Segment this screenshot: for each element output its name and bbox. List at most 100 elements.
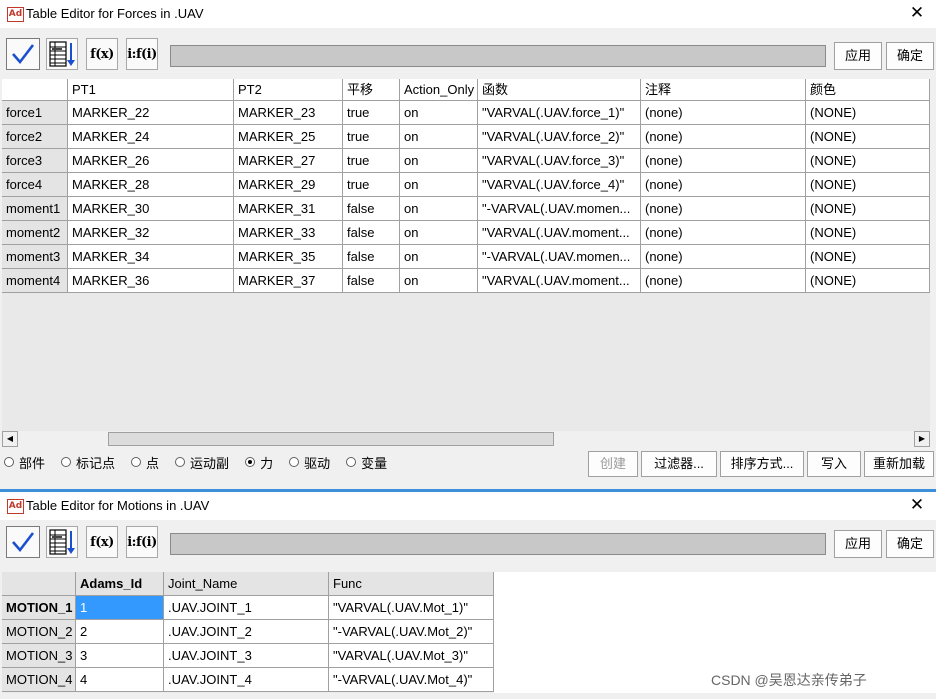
row-header[interactable]: MOTION_4 (2, 668, 76, 692)
table-cell[interactable]: (NONE) (806, 101, 930, 125)
row-header[interactable]: force4 (2, 173, 68, 197)
table-cell[interactable]: MARKER_31 (234, 197, 343, 221)
row-header[interactable]: moment1 (2, 197, 68, 221)
radio-unselected-icon[interactable] (346, 457, 357, 467)
table-cell[interactable]: MARKER_28 (68, 173, 234, 197)
table-cell[interactable]: "-VARVAL(.UAV.momen... (478, 197, 641, 221)
column-header[interactable]: 注释 (641, 79, 806, 101)
table-cell[interactable]: (none) (641, 197, 806, 221)
table-cell[interactable]: true (343, 173, 400, 197)
radio-selected-icon[interactable] (245, 457, 256, 467)
table-cell[interactable]: true (343, 101, 400, 125)
table-cell[interactable]: (NONE) (806, 197, 930, 221)
table-cell[interactable]: "-VARVAL(.UAV.Mot_2)" (329, 620, 494, 644)
filter-radio[interactable]: 力 (245, 453, 273, 472)
apply-button[interactable]: 应用 (834, 530, 882, 558)
formula-input[interactable] (170, 45, 826, 67)
table-cell[interactable]: MARKER_26 (68, 149, 234, 173)
table-cell[interactable]: "VARVAL(.UAV.force_2)" (478, 125, 641, 149)
table-cell[interactable]: "VARVAL(.UAV.moment... (478, 269, 641, 293)
filter-radio[interactable]: 标记点 (61, 453, 115, 472)
table-cell[interactable]: (NONE) (806, 245, 930, 269)
filter-button[interactable]: 过滤器... (641, 451, 717, 477)
table-cell[interactable]: 3 (76, 644, 164, 668)
filter-radio[interactable]: 运动副 (175, 453, 229, 472)
table-cell[interactable]: false (343, 269, 400, 293)
table-cell[interactable]: "-VARVAL(.UAV.Mot_4)" (329, 668, 494, 692)
table-cell[interactable]: (none) (641, 125, 806, 149)
table-cell[interactable]: "VARVAL(.UAV.Mot_1)" (329, 596, 494, 620)
column-header[interactable]: Joint_Name (164, 572, 329, 596)
table-cell[interactable]: false (343, 221, 400, 245)
table-cell[interactable]: MARKER_25 (234, 125, 343, 149)
table-cell[interactable]: on (400, 269, 478, 293)
write-button[interactable]: 写入 (807, 451, 861, 477)
row-header[interactable]: MOTION_1 (2, 596, 76, 620)
table-cell[interactable]: on (400, 221, 478, 245)
table-cell[interactable]: MARKER_34 (68, 245, 234, 269)
row-header[interactable]: moment2 (2, 221, 68, 245)
row-header[interactable]: force3 (2, 149, 68, 173)
table-cell[interactable]: "VARVAL(.UAV.moment... (478, 221, 641, 245)
formula-input[interactable] (170, 533, 826, 555)
table-cell[interactable]: (none) (641, 149, 806, 173)
radio-unselected-icon[interactable] (131, 457, 142, 467)
table-cell[interactable]: MARKER_22 (68, 101, 234, 125)
table-cell[interactable]: "VARVAL(.UAV.Mot_3)" (329, 644, 494, 668)
table-cell[interactable]: "VARVAL(.UAV.force_3)" (478, 149, 641, 173)
table-cell[interactable]: (none) (641, 101, 806, 125)
table-cell[interactable]: MARKER_30 (68, 197, 234, 221)
radio-unselected-icon[interactable] (289, 457, 300, 467)
filter-radio[interactable]: 驱动 (289, 453, 330, 472)
table-cell[interactable]: "VARVAL(.UAV.force_4)" (478, 173, 641, 197)
sort-by-button[interactable]: 排序方式... (720, 451, 804, 477)
filter-radio[interactable]: 变量 (346, 453, 387, 472)
row-header[interactable]: force1 (2, 101, 68, 125)
ok-button[interactable]: 确定 (886, 42, 934, 70)
table-cell[interactable]: true (343, 149, 400, 173)
horizontal-scrollbar[interactable]: ◀ ▶ (2, 431, 930, 448)
row-header[interactable]: force2 (2, 125, 68, 149)
table-cell[interactable]: .UAV.JOINT_2 (164, 620, 329, 644)
table-cell[interactable]: (NONE) (806, 269, 930, 293)
arrow-left-icon[interactable]: ◀ (2, 431, 18, 447)
table-cell[interactable]: on (400, 173, 478, 197)
table-cell[interactable]: MARKER_29 (234, 173, 343, 197)
table-cell[interactable]: on (400, 125, 478, 149)
table-cell[interactable]: MARKER_23 (234, 101, 343, 125)
sort-table-icon[interactable] (46, 526, 78, 558)
column-header[interactable]: 颜色 (806, 79, 930, 101)
row-header[interactable]: MOTION_3 (2, 644, 76, 668)
column-header[interactable]: 平移 (343, 79, 400, 101)
create-button[interactable]: 创建 (588, 451, 638, 477)
table-cell[interactable]: false (343, 197, 400, 221)
close-icon[interactable]: ✕ (906, 495, 928, 515)
checkmark-icon[interactable] (6, 526, 40, 558)
function-builder-button[interactable]: f(x) (86, 526, 118, 558)
table-cell[interactable]: 2 (76, 620, 164, 644)
column-header[interactable]: Func (329, 572, 494, 596)
column-header[interactable]: PT2 (234, 79, 343, 101)
table-cell[interactable]: .UAV.JOINT_3 (164, 644, 329, 668)
filter-radio[interactable]: 部件 (4, 453, 45, 472)
filter-radio[interactable]: 点 (131, 453, 159, 472)
table-cell[interactable]: MARKER_33 (234, 221, 343, 245)
checkmark-icon[interactable] (6, 38, 40, 70)
arrow-right-icon[interactable]: ▶ (914, 431, 930, 447)
row-header[interactable]: MOTION_2 (2, 620, 76, 644)
table-cell[interactable]: on (400, 101, 478, 125)
table-cell[interactable]: (NONE) (806, 125, 930, 149)
table-cell[interactable]: (none) (641, 269, 806, 293)
table-cell[interactable]: MARKER_36 (68, 269, 234, 293)
selected-cell[interactable]: 1 (76, 596, 164, 620)
table-cell[interactable]: (NONE) (806, 149, 930, 173)
table-cell[interactable]: true (343, 125, 400, 149)
column-header[interactable]: Adams_Id (76, 572, 164, 596)
radio-unselected-icon[interactable] (61, 457, 72, 467)
apply-button[interactable]: 应用 (834, 42, 882, 70)
radio-unselected-icon[interactable] (4, 457, 14, 467)
reload-button[interactable]: 重新加载 (864, 451, 934, 477)
row-header[interactable]: moment3 (2, 245, 68, 269)
table-cell[interactable]: 4 (76, 668, 164, 692)
table-cell[interactable]: on (400, 197, 478, 221)
